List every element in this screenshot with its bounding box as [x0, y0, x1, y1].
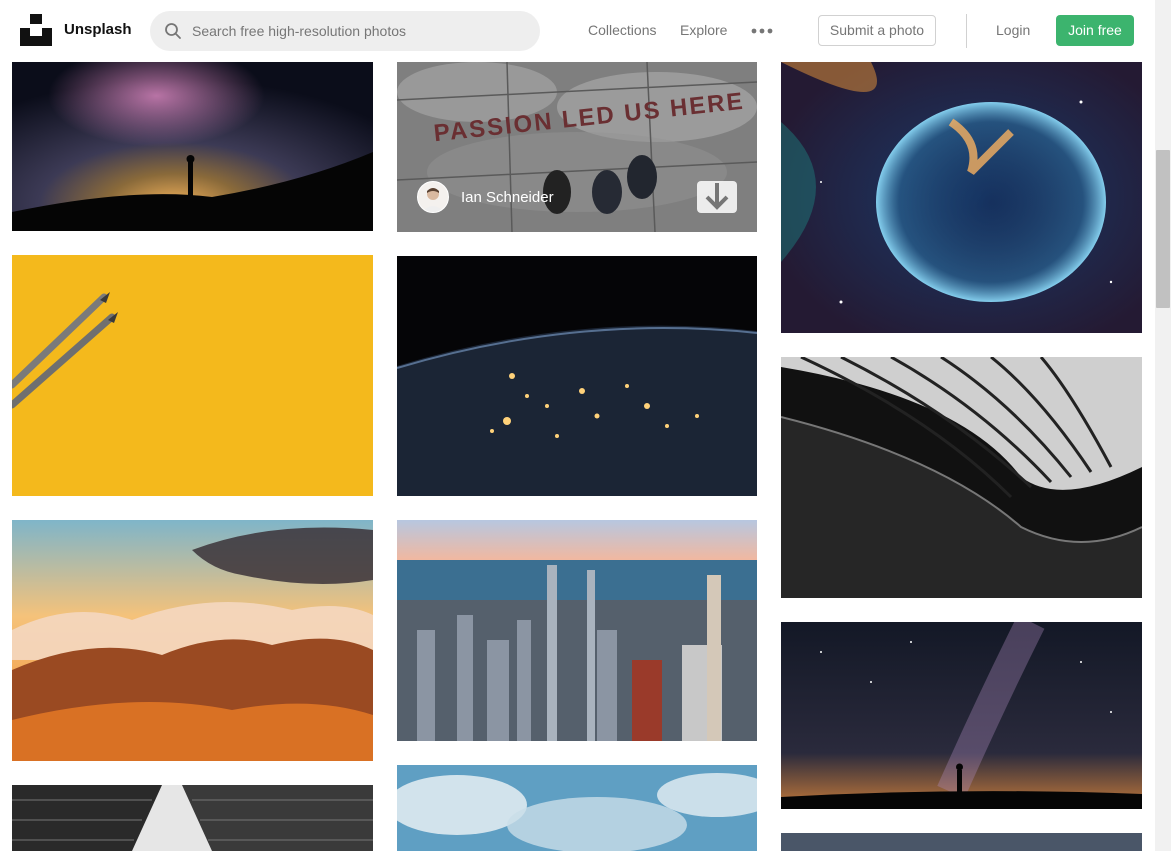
top-navbar: Unsplash Collections Explore Submit a ph… — [0, 0, 1155, 62]
join-free-button[interactable]: Join free — [1056, 15, 1134, 46]
download-icon — [705, 183, 729, 210]
photo-bw-architecture-curves[interactable] — [781, 357, 1142, 598]
photo-skyscrapers-looking-up[interactable] — [12, 785, 373, 851]
photo-yellow-pencils[interactable] — [12, 255, 373, 496]
unsplash-logo[interactable] — [20, 14, 52, 46]
photo-dark-landscape[interactable] — [781, 833, 1142, 851]
photo-mountain-clouds-sunset[interactable] — [12, 520, 373, 761]
submit-photo-button[interactable]: Submit a photo — [818, 15, 936, 46]
photo-author[interactable]: Ian Schneider — [417, 181, 554, 213]
header-divider — [966, 14, 967, 48]
author-name[interactable]: Ian Schneider — [461, 189, 554, 206]
author-avatar[interactable] — [417, 181, 449, 213]
brand-name[interactable]: Unsplash — [64, 21, 132, 38]
search-bar[interactable] — [150, 11, 540, 51]
photo-blue-sky-clouds[interactable] — [397, 765, 757, 851]
photo-chicago-aerial-city[interactable] — [397, 520, 757, 741]
login-link[interactable]: Login — [996, 22, 1030, 38]
download-button[interactable] — [697, 181, 737, 213]
search-input[interactable] — [192, 11, 522, 51]
scrollbar-track[interactable] — [1155, 0, 1171, 851]
search-icon — [165, 23, 181, 39]
nav-explore[interactable]: Explore — [680, 22, 727, 38]
photo-milky-way-fisheye[interactable] — [12, 62, 373, 231]
more-dots-icon[interactable] — [751, 23, 773, 39]
photo-milky-way-silhouette[interactable] — [781, 622, 1142, 809]
nav-collections[interactable]: Collections — [588, 22, 656, 38]
scrollbar-thumb[interactable] — [1156, 150, 1170, 308]
photo-earth-night-from-space[interactable] — [397, 256, 757, 496]
photo-bubble-nebula[interactable] — [781, 62, 1142, 333]
photo-passion-led-us-here[interactable]: PASSION LED US HERE Ian Schneider — [397, 62, 757, 232]
